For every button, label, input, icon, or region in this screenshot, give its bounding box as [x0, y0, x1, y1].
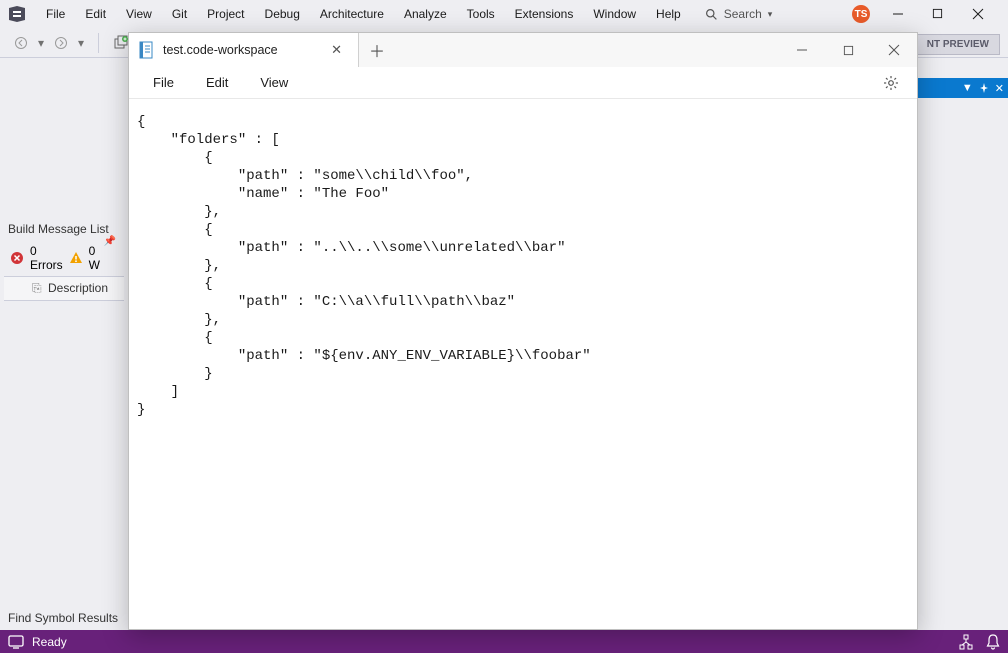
chevron-down-icon[interactable]: ▼	[962, 82, 973, 94]
preview-badge: NT PREVIEW	[916, 34, 1000, 55]
editor-menubar: File Edit View	[129, 67, 917, 99]
editor-minimize-button[interactable]	[779, 33, 825, 67]
search-icon	[705, 8, 718, 21]
menu-help[interactable]: Help	[646, 3, 691, 25]
chevron-down-icon[interactable]: ▾	[34, 34, 48, 52]
editor-titlebar: test.code-workspace ✕ ＋	[129, 33, 917, 67]
menu-file[interactable]: File	[36, 3, 75, 25]
editor-window: test.code-workspace ✕ ＋ File Edit View {…	[128, 32, 918, 630]
errors-count[interactable]: 0 Errors	[30, 244, 63, 272]
menu-architecture[interactable]: Architecture	[310, 3, 394, 25]
user-avatar-badge[interactable]: TS	[852, 5, 870, 23]
editor-menu-edit[interactable]: Edit	[190, 69, 244, 96]
menu-window[interactable]: Window	[583, 3, 646, 25]
error-icon	[10, 251, 24, 265]
status-ready: Ready	[32, 635, 67, 649]
gutter-col	[10, 281, 28, 296]
chevron-down-icon[interactable]: ▾	[74, 34, 88, 52]
notepad-file-icon	[137, 41, 155, 59]
notification-bell-icon[interactable]	[986, 634, 1000, 650]
menu-view[interactable]: View	[116, 3, 162, 25]
chevron-down-icon: ▾	[768, 9, 773, 20]
warnings-count[interactable]: 0 W	[89, 244, 100, 272]
menu-debug[interactable]: Debug	[255, 3, 310, 25]
output-icon[interactable]	[8, 635, 24, 649]
editor-content[interactable]: { "folders" : [ { "path" : "some\\child\…	[129, 99, 917, 629]
menu-analyze[interactable]: Analyze	[394, 3, 457, 25]
warning-icon	[69, 251, 83, 265]
col-icon: ⎘	[32, 281, 44, 296]
nav-back-button[interactable]	[10, 34, 32, 52]
menu-extensions[interactable]: Extensions	[505, 3, 584, 25]
pin-icon[interactable]: 📌	[104, 236, 120, 247]
menu-project[interactable]: Project	[197, 3, 254, 25]
source-control-icon[interactable]	[958, 634, 974, 650]
editor-tab[interactable]: test.code-workspace ✕	[129, 33, 359, 67]
col-description[interactable]: Description	[48, 281, 108, 296]
pin-icon[interactable]	[979, 83, 989, 93]
build-message-panel: Build Message List 📌 0 Errors 0 W ⎘ Desc…	[4, 218, 124, 301]
vs-menubar: File Edit View Git Project Debug Archite…	[0, 0, 1008, 28]
editor-menu-file[interactable]: File	[137, 69, 190, 96]
vs-logo-icon	[6, 3, 28, 25]
search-box[interactable]: Search ▾	[705, 7, 773, 21]
panel-title-label: Build Message List	[8, 222, 109, 236]
editor-maximize-button[interactable]	[825, 33, 871, 67]
search-label: Search	[724, 7, 762, 21]
nav-forward-button[interactable]	[50, 34, 72, 52]
minimize-button[interactable]	[892, 8, 912, 20]
editor-tab-label: test.code-workspace	[163, 43, 319, 57]
right-pane-header[interactable]: ▼ ✕	[918, 78, 1008, 98]
tab-close-button[interactable]: ✕	[327, 40, 346, 60]
menu-edit[interactable]: Edit	[75, 3, 116, 25]
find-symbol-panel-title[interactable]: Find Symbol Results	[4, 607, 122, 629]
gear-icon[interactable]	[873, 71, 909, 95]
editor-close-button[interactable]	[871, 33, 917, 67]
close-icon[interactable]: ✕	[995, 82, 1004, 95]
editor-menu-view[interactable]: View	[244, 69, 304, 96]
menu-tools[interactable]: Tools	[457, 3, 505, 25]
status-bar: Ready	[0, 630, 1008, 653]
new-tab-button[interactable]: ＋	[359, 33, 395, 67]
menu-git[interactable]: Git	[162, 3, 197, 25]
maximize-button[interactable]	[932, 8, 952, 20]
close-button[interactable]	[972, 8, 992, 20]
